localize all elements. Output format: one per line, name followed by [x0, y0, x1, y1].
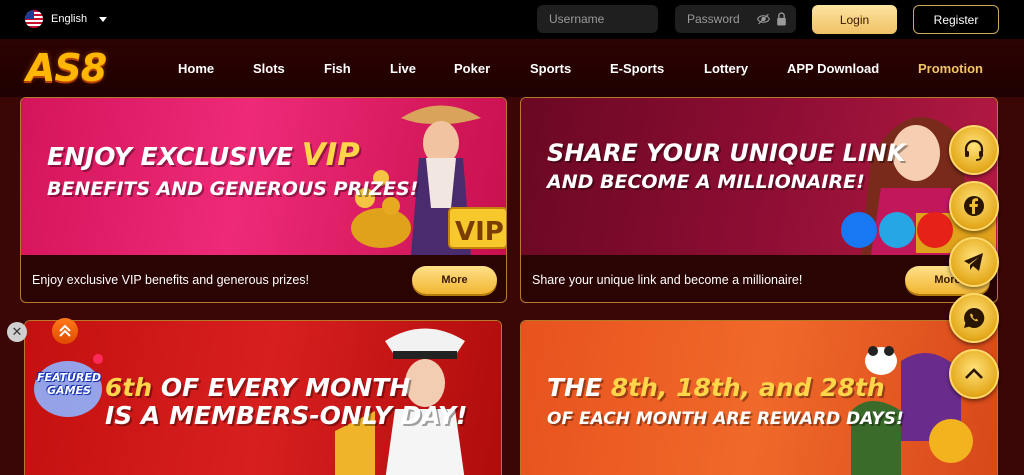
double-chevron-up-icon: [59, 324, 71, 337]
whatsapp-button[interactable]: [949, 293, 999, 343]
telegram-button[interactable]: [949, 237, 999, 287]
promo-banner-vip: VIP ENJOY EXCLUSIVE VIP BENEFITS AND GEN…: [21, 98, 506, 255]
caret-down-icon: [99, 16, 108, 22]
nav-item-promotion[interactable]: Promotion: [918, 61, 983, 76]
nav-item-poker[interactable]: Poker: [454, 61, 490, 76]
promo-card-share-link[interactable]: SHARE YOUR UNIQUE LINK AND BECOME A MILL…: [520, 97, 998, 303]
nav-item-fish[interactable]: Fish: [324, 61, 351, 76]
promo-banner-reward-days: THE 8th, 18th, and 28th OF EACH MONTH AR…: [521, 321, 997, 475]
facebook-button[interactable]: [949, 181, 999, 231]
promo-description-vip: Enjoy exclusive VIP benefits and generou…: [32, 273, 310, 287]
site-logo[interactable]: AS8: [26, 47, 107, 89]
headline-line2: AND BECOME A MILLIONAIRE!: [547, 170, 865, 193]
promo-headline-share-link: SHARE YOUR UNIQUE LINK AND BECOME A MILL…: [547, 140, 905, 194]
scroll-to-top-button[interactable]: [949, 349, 999, 399]
nav-item-live[interactable]: Live: [390, 61, 416, 76]
promo-headline-reward-days: THE 8th, 18th, and 28th OF EACH MONTH AR…: [547, 374, 904, 430]
nav-item-sports[interactable]: Sports: [530, 61, 571, 76]
language-selector[interactable]: English: [25, 10, 108, 28]
close-featured-button[interactable]: ✕: [7, 322, 27, 342]
username-input[interactable]: [537, 5, 658, 33]
headline-reward-dates: 8th, 18th, and 28th: [610, 373, 885, 402]
language-label: English: [51, 13, 88, 25]
headline-day-number: 6th: [105, 373, 153, 402]
headline-line1-white: THE: [547, 373, 611, 402]
headset-icon: [964, 139, 984, 161]
promo-description-share-link: Share your unique link and become a mill…: [532, 273, 803, 287]
headline-line2: IS A MEMBERS-ONLY DAY!: [105, 401, 468, 430]
telegram-icon: [964, 253, 983, 271]
vip-badge-text: VIP: [455, 217, 504, 247]
nav-item-esports[interactable]: E-Sports: [610, 61, 664, 76]
more-button-vip[interactable]: More: [412, 266, 497, 294]
password-field: [675, 5, 796, 33]
headline-vip-word: VIP: [301, 137, 360, 173]
nav-item-lottery[interactable]: Lottery: [704, 61, 748, 76]
promo-card-vip[interactable]: VIP ENJOY EXCLUSIVE VIP BENEFITS AND GEN…: [20, 97, 507, 303]
promo-headline-members-day: 6th OF EVERY MONTH IS A MEMBERS-ONLY DAY…: [105, 374, 467, 430]
headline-line2: BENEFITS AND GENEROUS PRIZES!: [47, 177, 419, 200]
headline-line1-white: OF EVERY MONTH: [152, 373, 411, 402]
featured-games-widget[interactable]: FEATURED GAMES: [28, 353, 104, 419]
expand-featured-button[interactable]: [52, 318, 78, 344]
featured-games-label: FEATURED GAMES: [36, 371, 102, 397]
headline-line1-white: ENJOY EXCLUSIVE: [47, 142, 302, 171]
promotions-area: VIP ENJOY EXCLUSIVE VIP BENEFITS AND GEN…: [0, 97, 1024, 475]
headline-line2: OF EACH MONTH ARE REWARD DAYS!: [547, 409, 904, 429]
eye-off-icon[interactable]: [757, 13, 770, 25]
customer-support-button[interactable]: [949, 125, 999, 175]
login-button[interactable]: Login: [812, 5, 897, 34]
nav-item-slots[interactable]: Slots: [253, 61, 285, 76]
facebook-icon: [964, 196, 984, 216]
whatsapp-icon: [964, 307, 985, 328]
nav-item-home[interactable]: Home: [178, 61, 214, 76]
chevron-up-icon: [965, 368, 983, 379]
main-nav: AS8 Home Slots Fish Live Poker Sports E-…: [0, 39, 1024, 97]
lock-icon: [777, 12, 786, 26]
username-field: [537, 5, 658, 33]
promo-card-reward-days[interactable]: THE 8th, 18th, and 28th OF EACH MONTH AR…: [520, 320, 998, 475]
promo-headline-vip: ENJOY EXCLUSIVE VIP BENEFITS AND GENEROU…: [47, 138, 418, 201]
promo-banner-share-link: SHARE YOUR UNIQUE LINK AND BECOME A MILL…: [521, 98, 997, 255]
us-flag-icon: [25, 10, 43, 28]
nav-item-app-download[interactable]: APP Download: [787, 61, 879, 76]
top-bar: English Login Register: [0, 0, 1024, 39]
headline-line1: SHARE YOUR UNIQUE LINK: [547, 139, 906, 167]
register-button[interactable]: Register: [913, 5, 999, 34]
